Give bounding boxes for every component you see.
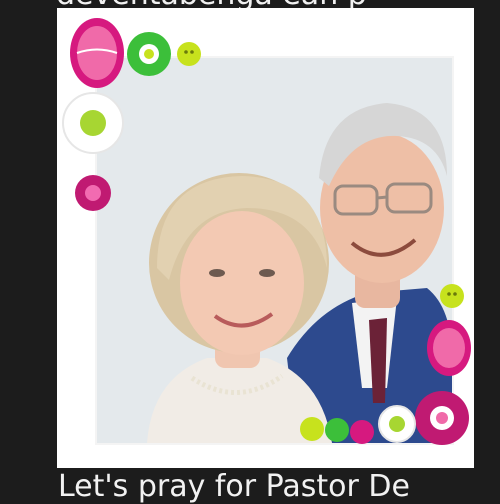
bottom-caption: Let's pray for Pastor De: [58, 470, 410, 504]
scrapbook-frame-decorations: [62, 18, 471, 445]
post-image[interactable]: [57, 8, 474, 468]
